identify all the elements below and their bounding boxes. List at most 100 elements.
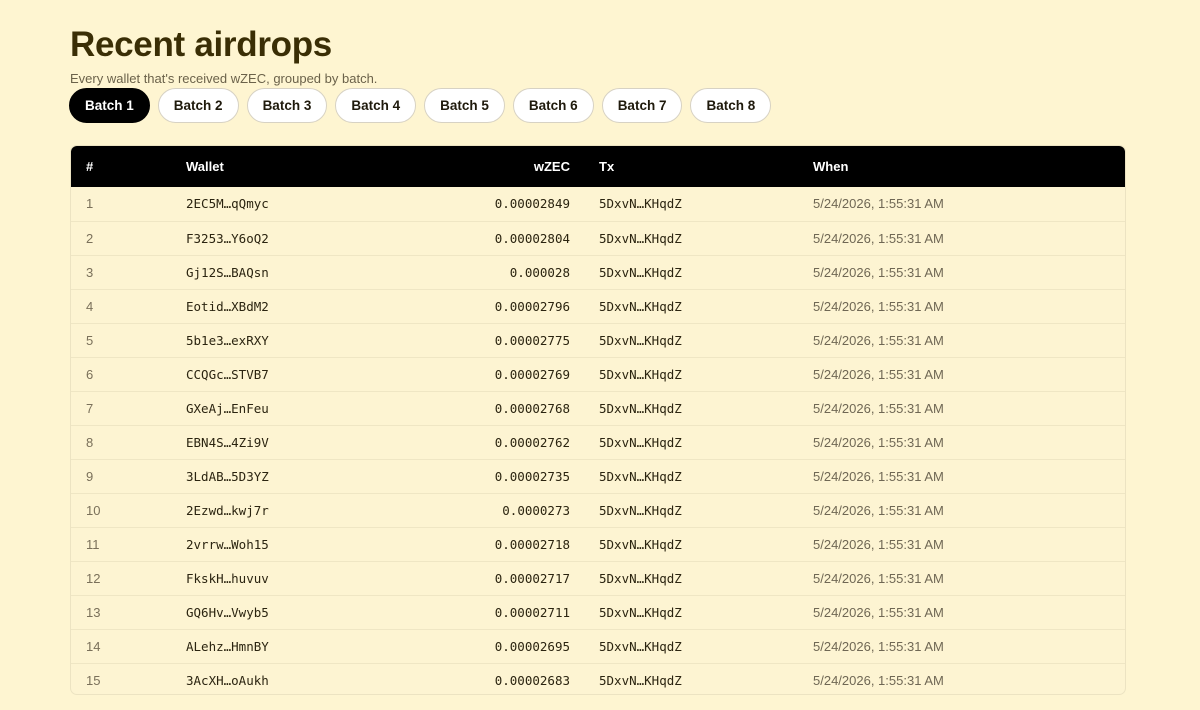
cell-tx[interactable]: 5DxvN…KHqdZ: [599, 527, 813, 561]
cell-tx[interactable]: 5DxvN…KHqdZ: [599, 459, 813, 493]
page-subtitle: Every wallet that's received wZEC, group…: [70, 71, 378, 86]
cell-number: 14: [86, 638, 101, 654]
cell-wallet[interactable]: Gj12S…BAQsn: [186, 255, 396, 289]
cell-when: 5/24/2026, 1:55:31 AM: [813, 604, 944, 620]
table-row: 5 5b1e3…exRXY 0.00002775 5DxvN…KHqdZ 5/24/20…: [71, 323, 1125, 357]
cell-wallet[interactable]: GXeAj…EnFeu: [186, 391, 396, 425]
cell-when: 5/24/2026, 1:55:31 AM: [813, 502, 944, 518]
table-row: 3 Gj12S…BAQsn 0.000028 5DxvN…KHqdZ 5/24/2026…: [71, 255, 1125, 289]
table-row: 14 ALehz…HmnBY 0.00002695 5DxvN…KHqdZ 5/24/2…: [71, 629, 1125, 663]
cell-wallet[interactable]: 2EC5M…qQmyc: [186, 187, 396, 221]
tab-batch-2[interactable]: Batch 2: [157, 88, 239, 123]
cell-when: 5/24/2026, 1:55:31 AM: [813, 400, 944, 416]
cell-when: 5/24/2026, 1:55:31 AM: [813, 434, 944, 450]
tab-batch-7[interactable]: Batch 7: [601, 88, 683, 123]
cell-number: 13: [86, 604, 101, 620]
cell-wzec-amount: 0.00002762: [494, 434, 570, 450]
cell-when: 5/24/2026, 1:55:31 AM: [813, 570, 944, 586]
cell-tx[interactable]: 5DxvN…KHqdZ: [599, 493, 813, 527]
cell-tx[interactable]: 5DxvN…KHqdZ: [599, 289, 813, 323]
cell-when: 5/24/2026, 1:55:31 AM: [813, 468, 944, 484]
batch-tabs: Batch 1 Batch 2 Batch 3 Batch 4 Batch 5 Batch…: [69, 88, 772, 123]
cell-wallet[interactable]: EBN4S…4Zi9V: [186, 425, 396, 459]
cell-wzec-amount: 0.00002718: [494, 536, 570, 552]
tab-batch-6[interactable]: Batch 6: [512, 88, 594, 123]
cell-number: 8: [86, 434, 94, 450]
cell-when: 5/24/2026, 1:55:31 AM: [813, 196, 944, 212]
column-header-tx: Tx: [599, 159, 615, 174]
table-row: 11 2vrrw…Woh15 0.00002718 5DxvN…KHqdZ 5/24/2…: [71, 527, 1125, 561]
table-row: 15 3AcXH…oAukh 0.00002683 5DxvN…KHqdZ 5/24/2…: [71, 663, 1125, 694]
cell-number: 2: [86, 230, 94, 246]
cell-number: 1: [86, 196, 94, 212]
tab-batch-3[interactable]: Batch 3: [246, 88, 328, 123]
tab-batch-5[interactable]: Batch 5: [424, 88, 505, 123]
table-row: 9 3LdAB…5D3YZ 0.00002735 5DxvN…KHqdZ 5/24/20…: [71, 459, 1125, 493]
cell-tx[interactable]: 5DxvN…KHqdZ: [599, 561, 813, 595]
table-row: 7 GXeAj…EnFeu 0.00002768 5DxvN…KHqdZ 5/24/20…: [71, 391, 1125, 425]
cell-wzec-amount: 0.00002775: [494, 332, 570, 348]
airdrops-table-container: # Wallet wZEC Tx When 1 2EC5M…qQmyc 0.0000…: [70, 145, 1126, 695]
table-row: 13 GQ6Hv…Vwyb5 0.00002711 5DxvN…KHqdZ 5/24/2…: [71, 595, 1125, 629]
cell-wzec-amount: 0.00002768: [494, 400, 570, 416]
cell-wallet[interactable]: 3AcXH…oAukh: [186, 663, 396, 694]
table-row: 10 2Ezwd…kwj7r 0.0000273 5DxvN…KHqdZ 5/24/20…: [71, 493, 1125, 527]
cell-wzec-amount: 0.00002695: [494, 638, 570, 654]
cell-number: 9: [86, 468, 94, 484]
cell-tx[interactable]: 5DxvN…KHqdZ: [599, 357, 813, 391]
cell-wallet[interactable]: F3253…Y6oQ2: [186, 221, 396, 255]
table-row: 1 2EC5M…qQmyc 0.00002849 5DxvN…KHqdZ 5/24/20…: [71, 187, 1125, 221]
cell-number: 10: [86, 502, 101, 518]
cell-tx[interactable]: 5DxvN…KHqdZ: [599, 323, 813, 357]
cell-tx[interactable]: 5DxvN…KHqdZ: [599, 595, 813, 629]
column-header-wzec: wZEC: [533, 159, 570, 174]
cell-number: 5: [86, 332, 94, 348]
table-row: 2 F3253…Y6oQ2 0.00002804 5DxvN…KHqdZ 5/24/20…: [71, 221, 1125, 255]
cell-wallet[interactable]: FkskH…huvuv: [186, 561, 396, 595]
cell-tx[interactable]: 5DxvN…KHqdZ: [599, 255, 813, 289]
cell-wallet[interactable]: 2Ezwd…kwj7r: [186, 493, 396, 527]
cell-number: 3: [86, 264, 94, 280]
table-body: 1 2EC5M…qQmyc 0.00002849 5DxvN…KHqdZ 5/24/20…: [71, 187, 1125, 694]
cell-tx[interactable]: 5DxvN…KHqdZ: [599, 391, 813, 425]
cell-wallet[interactable]: 5b1e3…exRXY: [186, 323, 396, 357]
tab-batch-4[interactable]: Batch 4: [335, 88, 417, 123]
cell-wzec-amount: 0.00002717: [494, 570, 570, 586]
cell-when: 5/24/2026, 1:55:31 AM: [813, 298, 944, 314]
cell-wzec-amount: 0.000028: [509, 264, 570, 280]
cell-tx[interactable]: 5DxvN…KHqdZ: [599, 187, 813, 221]
column-header-wallet: Wallet: [186, 159, 224, 174]
cell-tx[interactable]: 5DxvN…KHqdZ: [599, 425, 813, 459]
cell-number: 12: [86, 570, 101, 586]
column-header-number: #: [86, 159, 94, 174]
cell-wallet[interactable]: 3LdAB…5D3YZ: [186, 459, 396, 493]
table-header-row: # Wallet wZEC Tx When: [71, 146, 1125, 187]
table-row: 8 EBN4S…4Zi9V 0.00002762 5DxvN…KHqdZ 5/24/20…: [71, 425, 1125, 459]
cell-number: 4: [86, 298, 94, 314]
cell-wzec-amount: 0.00002849: [494, 196, 570, 212]
cell-wallet[interactable]: Eotid…XBdM2: [186, 289, 396, 323]
cell-number: 7: [86, 400, 94, 416]
tab-batch-8[interactable]: Batch 8: [690, 88, 772, 123]
cell-wzec-amount: 0.00002711: [494, 604, 570, 620]
cell-number: 11: [86, 536, 100, 552]
cell-number: 15: [86, 672, 101, 688]
cell-when: 5/24/2026, 1:55:31 AM: [813, 230, 944, 246]
column-header-when: When: [813, 159, 849, 174]
page-title: Recent airdrops: [70, 25, 332, 64]
cell-tx[interactable]: 5DxvN…KHqdZ: [599, 663, 813, 694]
cell-wallet[interactable]: GQ6Hv…Vwyb5: [186, 595, 396, 629]
tab-batch-1[interactable]: Batch 1: [69, 88, 150, 123]
table-row: 6 CCQGc…STVB7 0.00002769 5DxvN…KHqdZ 5/24/20…: [71, 357, 1125, 391]
cell-wallet[interactable]: CCQGc…STVB7: [186, 357, 396, 391]
cell-tx[interactable]: 5DxvN…KHqdZ: [599, 629, 813, 663]
cell-when: 5/24/2026, 1:55:31 AM: [813, 332, 944, 348]
cell-when: 5/24/2026, 1:55:31 AM: [813, 672, 944, 688]
airdrops-table: # Wallet wZEC Tx When 1 2EC5M…qQmyc 0.0000…: [71, 146, 1125, 694]
cell-wallet[interactable]: 2vrrw…Woh15: [186, 527, 396, 561]
cell-wzec-amount: 0.00002769: [494, 366, 570, 382]
cell-wallet[interactable]: ALehz…HmnBY: [186, 629, 396, 663]
cell-wzec-amount: 0.00002683: [494, 672, 570, 688]
cell-when: 5/24/2026, 1:55:31 AM: [813, 264, 944, 280]
cell-tx[interactable]: 5DxvN…KHqdZ: [599, 221, 813, 255]
